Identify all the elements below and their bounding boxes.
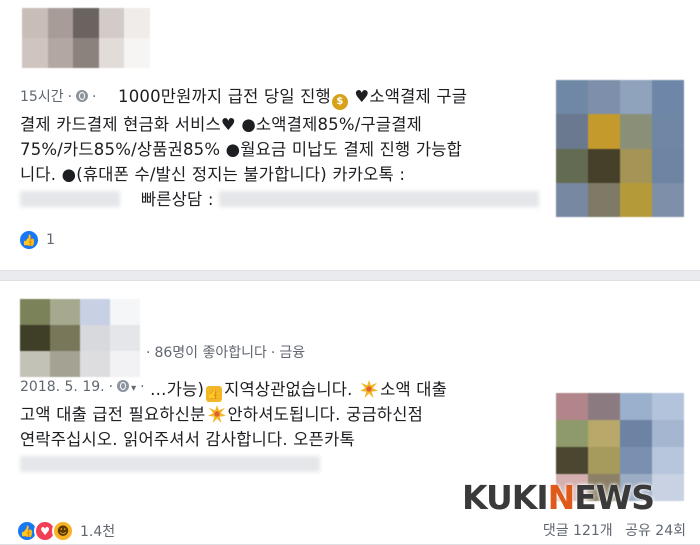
kukinews-watermark: KUKINEWS: [462, 478, 655, 517]
page-meta: · 86명이 좋아합니다 · 금융: [146, 345, 306, 361]
post-text: 결제 카드결제 현금화 서비스♥ ●소액결제85%/구글결제 75%/카드85%…: [20, 112, 540, 212]
redacted-line: 빠른상담 :: [20, 187, 540, 212]
post-text-line-1: 1000만원까지 급전 당일 진행 $ ♥소액결제 구글: [118, 84, 467, 110]
chevron-down-icon[interactable]: ▾: [131, 383, 136, 394]
redacted-block: [20, 456, 320, 472]
haha-reaction-icon: ☻: [52, 520, 74, 542]
like-reaction-icon: 👍: [18, 229, 40, 251]
post-time[interactable]: 15시간: [20, 89, 64, 105]
avatar-blurred[interactable]: [20, 299, 140, 377]
redacted-block: [20, 191, 120, 207]
post-card-1: 15시간 · · 1000만원까지 급전 당일 진행 $ ♥소액결제 구글 결제 카드…: [0, 0, 700, 271]
post-text: 고액 대출 급전 필요하신분 안하셔도됩니다. 궁금하신점 연락주십시오. 읽어주…: [20, 402, 423, 477]
globe-icon: [76, 90, 89, 102]
avatar-blurred[interactable]: [22, 8, 150, 68]
category[interactable]: 금융: [279, 345, 305, 361]
thumbs-up-emoji: 👍: [206, 386, 223, 402]
reaction-summary[interactable]: 👍 1: [18, 229, 55, 251]
likes-count[interactable]: 86명이 좋아합니다: [154, 345, 266, 361]
globe-icon: [117, 380, 130, 392]
post-meta: 2018. 5. 19. · ▾ ·: [20, 379, 145, 395]
redacted-block: [219, 191, 540, 207]
redacted-line: [20, 452, 423, 477]
reaction-summary[interactable]: 👍 ♥ ☻ 1.4천: [16, 520, 115, 542]
engagement-stats: 댓글 121개 공유 24회: [535, 520, 686, 540]
feed-gap: [0, 271, 700, 280]
post-meta: 15시간 · ·: [20, 89, 97, 105]
burst-emoji: [207, 405, 226, 423]
post-date[interactable]: 2018. 5. 19.: [20, 379, 105, 395]
burst-emoji: [360, 380, 379, 398]
shares-count[interactable]: 공유 24회: [625, 523, 686, 539]
money-bag-emoji: $: [331, 94, 348, 110]
comments-count[interactable]: 댓글 121개: [543, 523, 613, 539]
post-text-line-1: …가능) 👍 지역상관없습니다. 소액 대출: [150, 380, 448, 402]
post-image-blurred[interactable]: [556, 80, 684, 217]
